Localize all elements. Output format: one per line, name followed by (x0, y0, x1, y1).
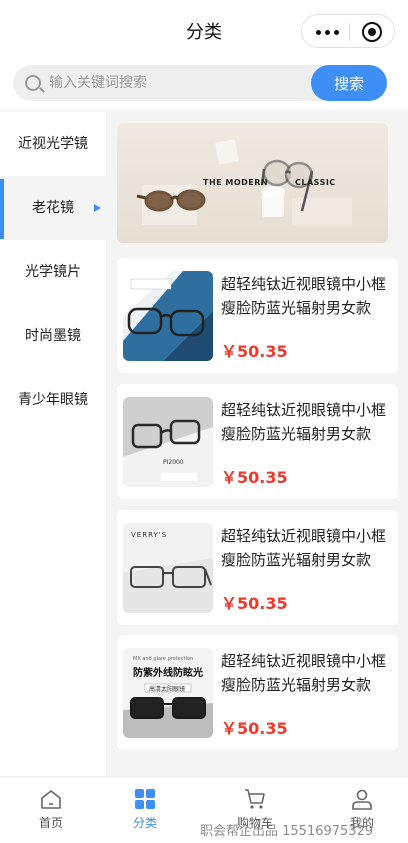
product-card[interactable]: MX and glare protection 防紫外线防眩光 高清太阳眼镜 超… (117, 635, 398, 750)
sidebar-item-label: 近视光学镜 (18, 136, 88, 152)
banner-text-right: CLASSIC (295, 178, 336, 187)
product-price: ￥50.35 (221, 468, 288, 487)
mini-program-capsule (301, 14, 395, 48)
sidebar-item-label: 老花镜 (32, 200, 74, 216)
sidebar-item-myopia[interactable]: 近视光学镜 (0, 112, 106, 176)
product-name: 超轻纯钛近视眼镜中小框瘦脸防蓝光辐射男女款 (221, 652, 387, 694)
product-image-en: MX and glare protection (133, 656, 194, 662)
sidebar-item-label: 青少年眼镜 (18, 392, 88, 408)
product-price: ￥50.35 (221, 719, 288, 738)
sidebar-item-sunglasses[interactable]: 时尚墨镜 (0, 304, 106, 368)
product-image-sub: 高清太阳眼镜 (149, 686, 186, 693)
cart-icon (245, 789, 265, 809)
sidebar-item-label: 光学镜片 (25, 264, 81, 280)
search-box: 搜索 (13, 65, 387, 101)
product-price: ￥50.35 (221, 594, 288, 613)
product-card[interactable]: VERRY'S 超轻纯钛近视眼镜中小框瘦脸防蓝光辐射男女款 ￥50.35 (117, 510, 398, 625)
capsule-divider (349, 23, 350, 41)
product-name: 超轻纯钛近视眼镜中小框瘦脸防蓝光辐射男女款 (221, 275, 387, 317)
search-bar: 搜索 (0, 62, 408, 110)
more-icon[interactable] (316, 24, 340, 40)
search-button[interactable]: 搜索 (311, 65, 387, 101)
product-image-tag: PI2000 (163, 459, 184, 466)
watermark-text: 职会帮企出品 15516975329 (200, 824, 374, 839)
product-image: MX and glare protection 防紫外线防眩光 高清太阳眼镜 (123, 648, 213, 738)
user-icon (352, 789, 372, 810)
search-icon (25, 75, 41, 91)
search-input[interactable] (49, 65, 304, 101)
tab-home[interactable]: 首页 (0, 777, 102, 843)
sidebar-item-reading[interactable]: 老花镜 (0, 176, 106, 240)
category-banner[interactable]: THE MODERN CLASSIC (117, 123, 388, 243)
sidebar-item-kids[interactable]: 青少年眼镜 (0, 368, 106, 432)
product-image: PI2000 (123, 397, 213, 487)
tab-label: 首页 (38, 816, 63, 830)
banner-text-left: THE MODERN (203, 178, 269, 187)
product-image-title: 防紫外线防眩光 (133, 668, 203, 679)
product-name: 超轻纯钛近视眼镜中小框瘦脸防蓝光辐射男女款 (221, 401, 387, 443)
product-image: VERRY'S (123, 523, 213, 613)
active-arrow-icon (94, 204, 101, 212)
product-card[interactable]: PI2000 超轻纯钛近视眼镜中小框瘦脸防蓝光辐射男女款 ￥50.35 (117, 384, 398, 499)
sidebar-item-label: 时尚墨镜 (25, 328, 81, 344)
tab-category[interactable]: 分类 (94, 777, 196, 843)
product-name: 超轻纯钛近视眼镜中小框瘦脸防蓝光辐射男女款 (221, 527, 387, 569)
home-icon (41, 790, 61, 809)
category-icon (135, 789, 155, 809)
sidebar-item-lenses[interactable]: 光学镜片 (0, 240, 106, 304)
nav-header: 分类 (0, 0, 408, 62)
tab-label: 分类 (132, 816, 157, 830)
close-miniprogram-icon[interactable] (362, 22, 382, 42)
product-image (123, 271, 213, 361)
product-image-brand: VERRY'S (131, 531, 168, 539)
category-sidebar: 近视光学镜 老花镜 光学镜片 时尚墨镜 青少年眼镜 (0, 112, 106, 776)
product-card[interactable]: 超轻纯钛近视眼镜中小框瘦脸防蓝光辐射男女款 ￥50.35 (117, 258, 398, 373)
product-price: ￥50.35 (221, 342, 288, 361)
